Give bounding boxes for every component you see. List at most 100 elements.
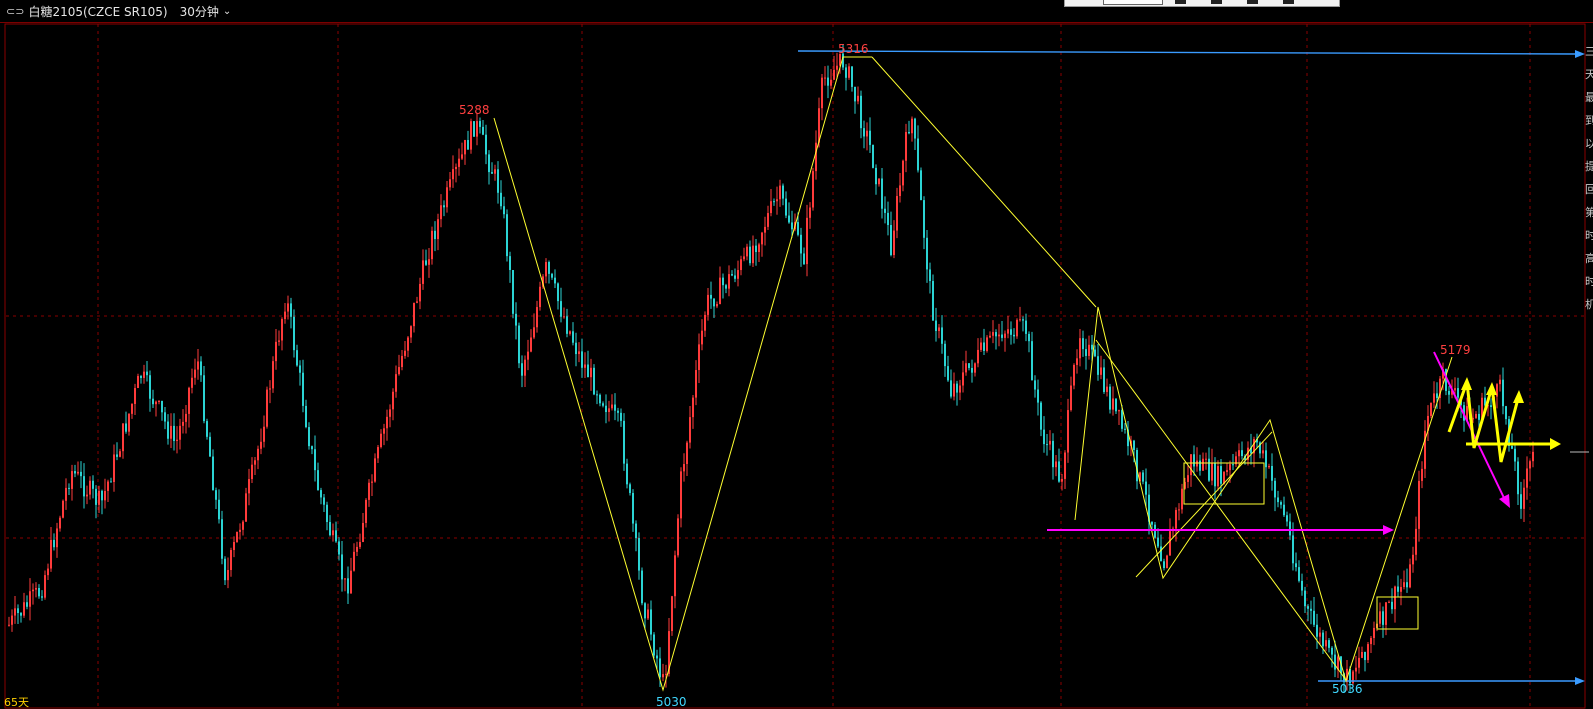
candle-body xyxy=(773,201,775,203)
candle-body xyxy=(638,538,640,571)
low-label-5030: 5030 xyxy=(656,695,687,709)
side-glyph: 天 xyxy=(1585,68,1593,81)
candle-body xyxy=(1217,466,1219,487)
candle-body xyxy=(1526,468,1528,488)
chart-title[interactable]: ⊂⊃ 白糖2105(CZCE SR105) 30分钟 ⌄ xyxy=(6,3,231,20)
candle-body xyxy=(497,169,499,193)
candle-body xyxy=(1379,611,1381,624)
candle-body xyxy=(371,481,373,483)
candle-body xyxy=(569,331,571,334)
candlestick-chart[interactable]: 5288 5316 5030 5036 5179 65天 xyxy=(0,22,1593,709)
candle-body xyxy=(872,144,874,168)
candle-body xyxy=(1415,528,1417,555)
side-glyph: 回 xyxy=(1585,183,1593,196)
high-label-5316: 5316 xyxy=(838,42,869,56)
candle-body xyxy=(914,118,916,139)
candle-body xyxy=(932,281,934,321)
candle-body xyxy=(1049,440,1051,445)
candle-body xyxy=(362,522,364,542)
candle-body xyxy=(533,327,535,338)
candle-body xyxy=(494,169,496,174)
tool-input[interactable] xyxy=(1103,0,1163,5)
candle-body xyxy=(272,361,274,389)
candle-body xyxy=(641,570,643,604)
candle-body xyxy=(992,332,994,336)
candle-body xyxy=(251,464,253,480)
candle-body xyxy=(551,273,553,278)
candle-body xyxy=(1421,468,1423,481)
candle-body xyxy=(257,448,259,461)
candle-body xyxy=(521,363,523,376)
candle-body xyxy=(587,364,589,378)
candle-body xyxy=(1274,480,1276,498)
candle-body xyxy=(176,439,178,441)
candle-body xyxy=(1169,531,1171,556)
tool-button-1[interactable] xyxy=(1175,0,1186,4)
candle-body xyxy=(146,371,148,376)
candle-body xyxy=(1403,582,1405,588)
candle-body xyxy=(1010,329,1012,335)
candle-body xyxy=(1433,393,1435,403)
candle-body xyxy=(1373,627,1375,639)
candle-body xyxy=(1037,389,1039,403)
candle-body xyxy=(1043,429,1045,445)
candle-body xyxy=(680,471,682,519)
candle-body xyxy=(161,400,163,413)
candle-body xyxy=(359,541,361,547)
candle-body xyxy=(515,313,517,326)
candle-body xyxy=(83,476,85,497)
candle-body xyxy=(1142,472,1144,482)
candle-body xyxy=(971,367,973,373)
side-glyph: 时 xyxy=(1585,275,1593,288)
tool-button-2[interactable] xyxy=(1211,0,1222,4)
candle-body xyxy=(62,500,64,518)
candle-body xyxy=(1313,610,1315,625)
candle-body xyxy=(707,294,709,315)
candle-body xyxy=(20,613,22,616)
tool-button-4[interactable] xyxy=(1283,0,1294,4)
candle-body xyxy=(1055,461,1057,468)
candle-body xyxy=(689,417,691,443)
chart-toolbar: ⊂⊃ 白糖2105(CZCE SR105) 30分钟 ⌄ xyxy=(0,0,1593,23)
candle-body xyxy=(920,170,922,201)
trend-drawings xyxy=(493,50,1589,692)
candle-body xyxy=(698,344,700,371)
candle-body xyxy=(1505,406,1507,420)
tool-button-3[interactable] xyxy=(1247,0,1258,4)
candle-body xyxy=(284,311,286,320)
candle-body xyxy=(374,458,376,482)
candle-body xyxy=(722,277,724,286)
candle-body xyxy=(182,421,184,426)
side-glyph: 最 xyxy=(1585,91,1593,104)
candle-body xyxy=(578,351,580,355)
candle-body xyxy=(746,246,748,257)
candle-body xyxy=(269,388,271,390)
candle-body xyxy=(1361,652,1363,658)
side-glyph: 第 xyxy=(1585,206,1593,219)
candle-body xyxy=(1457,388,1459,398)
candle-body xyxy=(710,294,712,299)
candle-body xyxy=(179,425,181,440)
candle-body xyxy=(776,199,778,202)
candle-body xyxy=(254,460,256,465)
drawing-tool-panel xyxy=(1064,0,1340,7)
candle-body xyxy=(41,596,43,598)
side-glyph: 到 xyxy=(1585,114,1593,127)
candle-body xyxy=(734,275,736,279)
candle-body xyxy=(803,253,805,265)
candle-body xyxy=(278,340,280,342)
chevron-down-icon[interactable]: ⌄ xyxy=(223,6,231,17)
candle-body xyxy=(440,205,442,220)
candle-body xyxy=(227,570,229,581)
candle-body xyxy=(365,499,367,523)
candle-body xyxy=(341,554,343,580)
magenta-down-arrowhead xyxy=(1499,494,1510,508)
candle-body xyxy=(1436,393,1438,399)
period-selector[interactable]: 30分钟 xyxy=(180,3,219,20)
candle-body xyxy=(923,200,925,238)
candle-body xyxy=(404,350,406,356)
candle-body xyxy=(203,375,205,422)
candle-body xyxy=(512,269,514,314)
link-icon[interactable]: ⊂⊃ xyxy=(6,5,24,18)
candle-body xyxy=(1133,440,1135,450)
